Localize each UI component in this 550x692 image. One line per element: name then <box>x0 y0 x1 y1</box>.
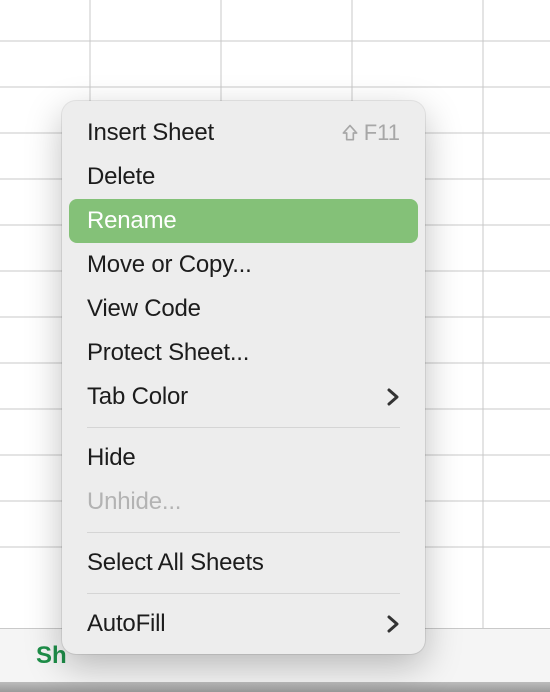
menu-item-label: Insert Sheet <box>87 119 340 147</box>
menu-item-select-all-sheets[interactable]: Select All Sheets <box>69 541 418 585</box>
shift-icon <box>340 123 360 143</box>
menu-separator <box>87 532 400 533</box>
menu-item-delete[interactable]: Delete <box>69 155 418 199</box>
chevron-right-icon <box>386 614 400 634</box>
menu-shortcut: F11 <box>340 120 400 146</box>
chevron-right-icon <box>386 387 400 407</box>
menu-item-hide[interactable]: Hide <box>69 436 418 480</box>
menu-item-label: View Code <box>87 295 400 323</box>
menu-item-label: Select All Sheets <box>87 549 400 577</box>
menu-item-label: Delete <box>87 163 400 191</box>
menu-item-label: Unhide... <box>87 488 400 516</box>
menu-item-insert-sheet[interactable]: Insert Sheet F11 <box>69 111 418 155</box>
menu-item-label: Tab Color <box>87 383 386 411</box>
menu-item-unhide: Unhide... <box>69 480 418 524</box>
menu-item-rename[interactable]: Rename <box>69 199 418 243</box>
shortcut-key: F11 <box>364 120 400 146</box>
window-bottom-edge <box>0 682 550 692</box>
menu-item-label: Protect Sheet... <box>87 339 400 367</box>
sheet-tab-context-menu: Insert Sheet F11 Delete Rename Move or C… <box>62 101 425 654</box>
menu-item-protect-sheet[interactable]: Protect Sheet... <box>69 331 418 375</box>
menu-item-view-code[interactable]: View Code <box>69 287 418 331</box>
menu-item-label: Hide <box>87 444 400 472</box>
menu-item-autofill[interactable]: AutoFill <box>69 602 418 646</box>
menu-item-label: Rename <box>87 207 400 235</box>
menu-separator <box>87 593 400 594</box>
menu-separator <box>87 427 400 428</box>
menu-item-move-or-copy[interactable]: Move or Copy... <box>69 243 418 287</box>
menu-item-label: AutoFill <box>87 610 386 638</box>
menu-item-label: Move or Copy... <box>87 251 400 279</box>
sheet-tab-label[interactable]: Sh <box>0 642 67 670</box>
menu-item-tab-color[interactable]: Tab Color <box>69 375 418 419</box>
